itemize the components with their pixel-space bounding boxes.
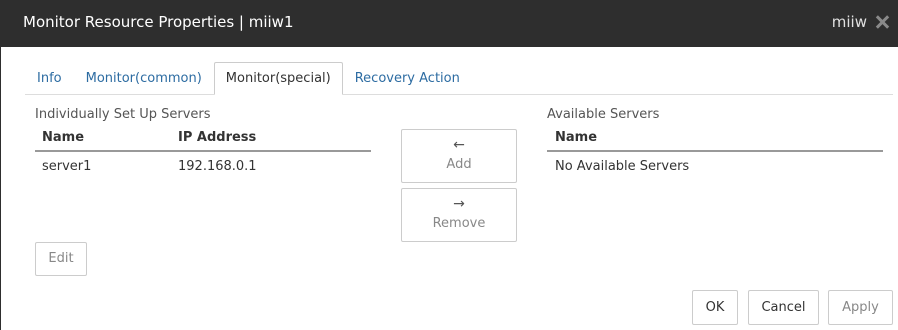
row-server-name: server1 xyxy=(42,159,92,174)
title-bar-right: miiw xyxy=(832,13,889,31)
add-button[interactable]: ← Add xyxy=(401,129,517,183)
individual-col-ip: IP Address xyxy=(178,130,257,145)
title-bar: Monitor Resource Properties | miiw1 miiw xyxy=(1,0,898,47)
available-col-name: Name xyxy=(555,130,598,145)
edit-button[interactable]: Edit xyxy=(35,242,87,276)
add-button-label: Add xyxy=(446,157,472,172)
monitor-resource-properties-dialog: Monitor Resource Properties | miiw1 miiw… xyxy=(0,0,898,330)
cancel-button[interactable]: Cancel xyxy=(748,290,819,325)
tab-bar: Info Monitor(common) Monitor(special) Re… xyxy=(25,62,472,95)
individual-col-name: Name xyxy=(42,130,85,145)
arrow-left-icon: ← xyxy=(453,137,465,153)
remove-button-label: Remove xyxy=(432,216,486,231)
server-label: miiw xyxy=(831,13,867,31)
row-ip-address: 192.168.0.1 xyxy=(178,159,257,174)
individual-header-line xyxy=(35,150,371,152)
ok-button[interactable]: OK xyxy=(692,290,738,325)
individual-servers-title: Individually Set Up Servers xyxy=(35,107,211,122)
tab-monitor-special[interactable]: Monitor(special) xyxy=(213,62,343,95)
tab-info[interactable]: Info xyxy=(25,62,74,95)
remove-button[interactable]: → Remove xyxy=(401,188,517,242)
available-empty-message: No Available Servers xyxy=(555,159,690,174)
close-icon[interactable] xyxy=(875,15,889,29)
available-header-line xyxy=(547,150,883,152)
tab-recovery-action[interactable]: Recovery Action xyxy=(343,62,472,95)
tab-divider xyxy=(25,94,893,95)
arrow-right-icon: → xyxy=(453,196,465,212)
available-servers-title: Available Servers xyxy=(547,107,660,122)
tab-monitor-common[interactable]: Monitor(common) xyxy=(74,62,214,95)
apply-button[interactable]: Apply xyxy=(828,290,893,325)
window-title: Monitor Resource Properties | miiw1 xyxy=(23,13,294,31)
